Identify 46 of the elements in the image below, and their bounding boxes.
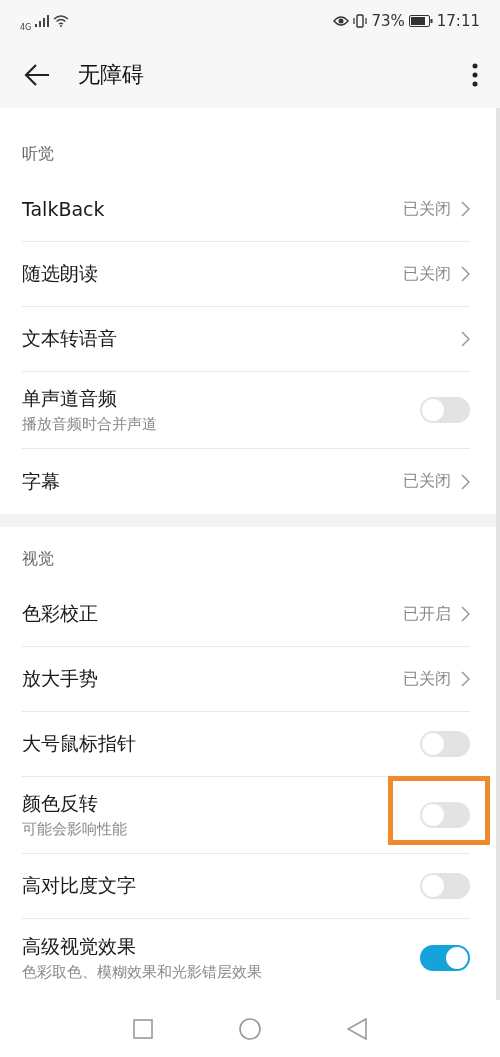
vibrate-icon [353, 14, 368, 28]
more-icon[interactable] [472, 63, 478, 87]
setting-label: 大号鼠标指针 [22, 731, 137, 756]
chevron-icon [461, 331, 470, 347]
wifi-icon [53, 15, 70, 27]
setting-label: TalkBack [22, 198, 106, 220]
setting-status: 已关闭 [403, 263, 451, 285]
setting-description: 色彩取色、模糊效果和光影错层效果 [22, 962, 263, 982]
clock: 17:11 [436, 12, 480, 30]
setting-label: 单声道音频 [22, 386, 118, 411]
toggle-switch[interactable] [420, 873, 470, 899]
setting-label: 字幕 [22, 468, 61, 494]
setting-description: 可能会影响性能 [22, 820, 128, 839]
toggle-switch[interactable] [420, 397, 470, 423]
signal-icon [35, 15, 50, 27]
toggle-switch[interactable] [420, 731, 470, 757]
setting-label: 高级视觉效果 [22, 933, 137, 959]
battery-icon [408, 15, 433, 27]
chevron-icon [461, 473, 470, 490]
toggle-switch[interactable] [420, 802, 470, 828]
chevron-icon [461, 266, 470, 282]
chevron-icon [461, 606, 470, 622]
page-title: 无障碍 [78, 61, 145, 89]
network-type: 4G [20, 22, 32, 32]
toggle-switch[interactable] [420, 944, 470, 971]
setting-label: 高对比度文字 [22, 873, 137, 898]
setting-label: 颜色反转 [22, 791, 99, 816]
setting-label: 文本转语音 [22, 326, 118, 351]
setting-label: 放大手势 [22, 666, 99, 691]
section-header: 视觉 [22, 549, 54, 570]
setting-status: 已关闭 [403, 198, 451, 220]
setting-status: 已关闭 [403, 471, 451, 492]
chevron-icon [461, 201, 470, 217]
setting-status: 已关闭 [403, 668, 451, 690]
battery-percent: 73% [371, 12, 405, 30]
back-nav-icon[interactable] [347, 1017, 367, 1040]
setting-status: 已开启 [403, 603, 451, 625]
setting-description: 播放音频时合并声道 [22, 415, 158, 434]
back-icon[interactable] [24, 64, 50, 86]
section-header: 听觉 [22, 144, 54, 165]
chevron-icon [461, 671, 470, 687]
home-icon[interactable] [239, 1017, 261, 1040]
recents-icon[interactable] [133, 1018, 153, 1039]
eye-icon [333, 15, 350, 27]
setting-label: 色彩校正 [22, 601, 99, 626]
setting-label: 随选朗读 [22, 261, 99, 286]
